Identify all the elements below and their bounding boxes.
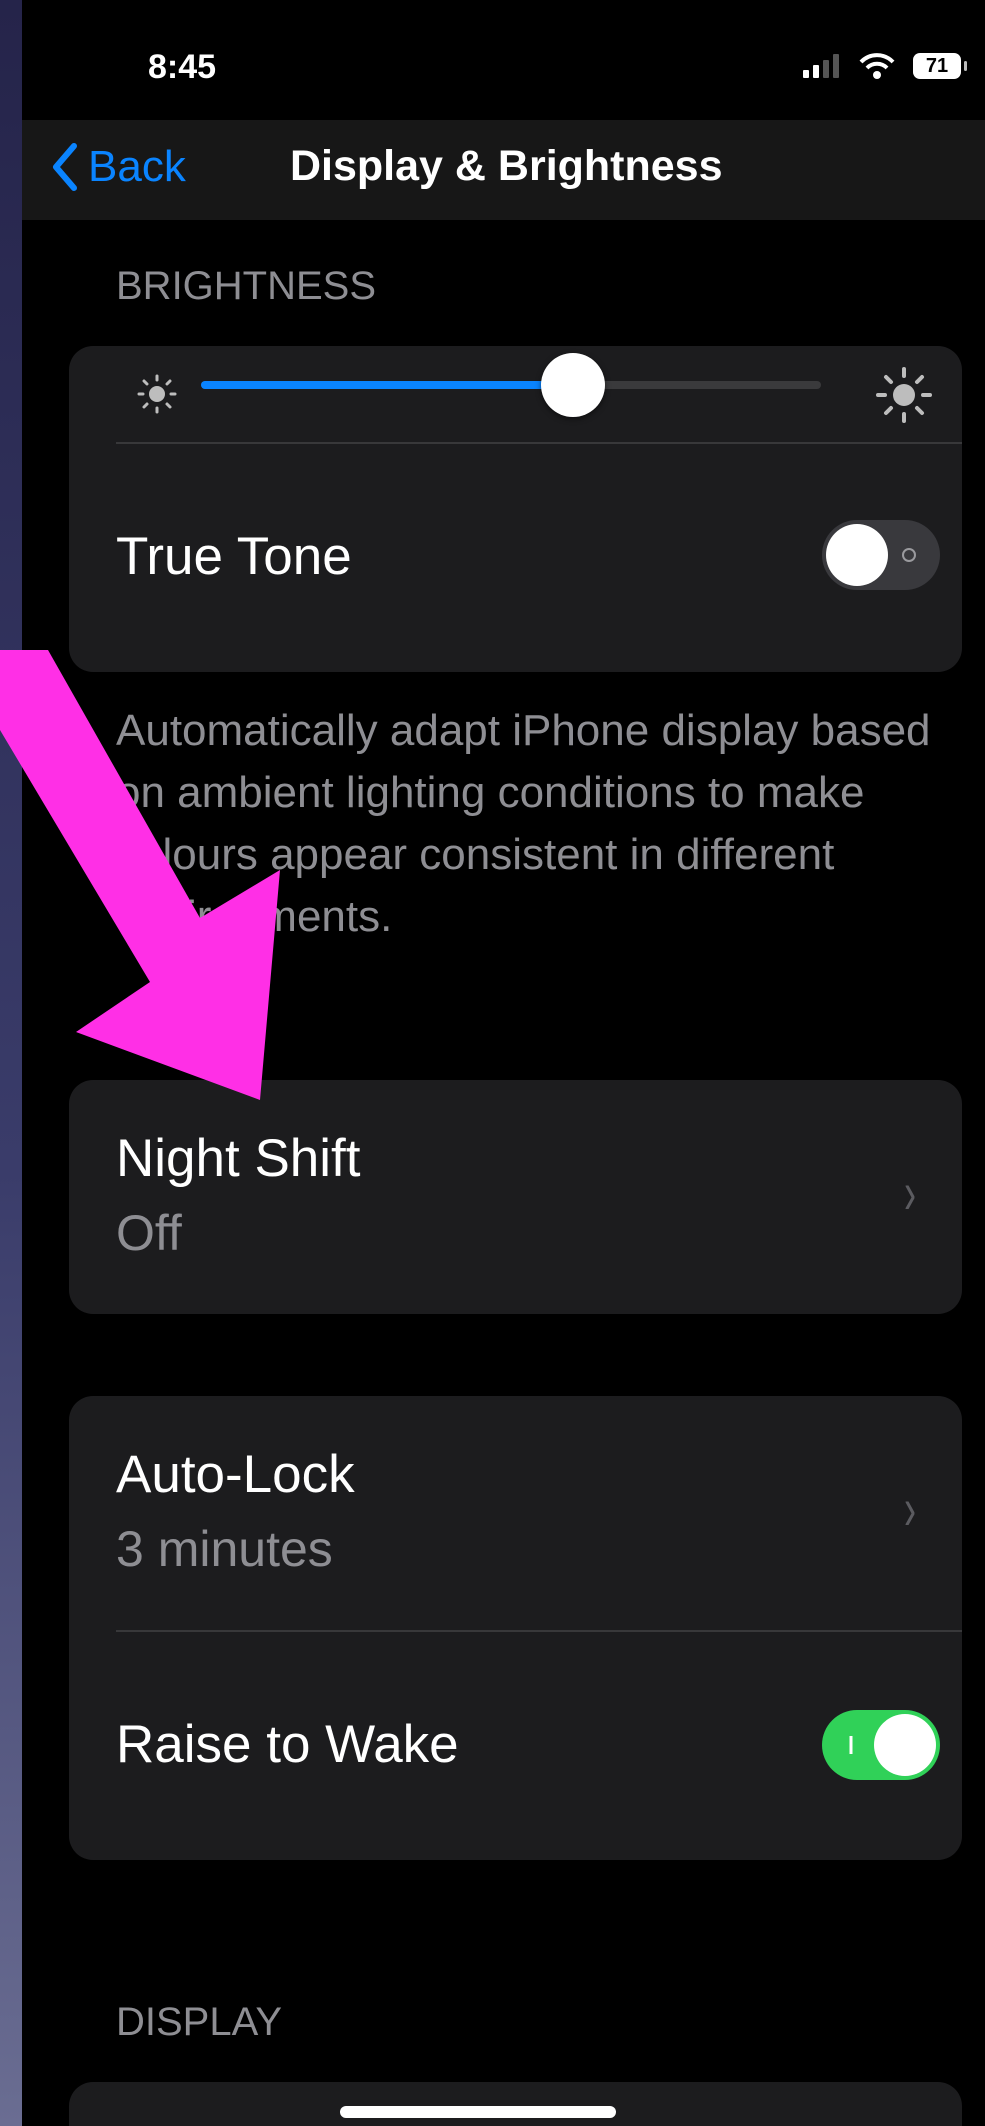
annotation-arrow [0,650,280,1100]
